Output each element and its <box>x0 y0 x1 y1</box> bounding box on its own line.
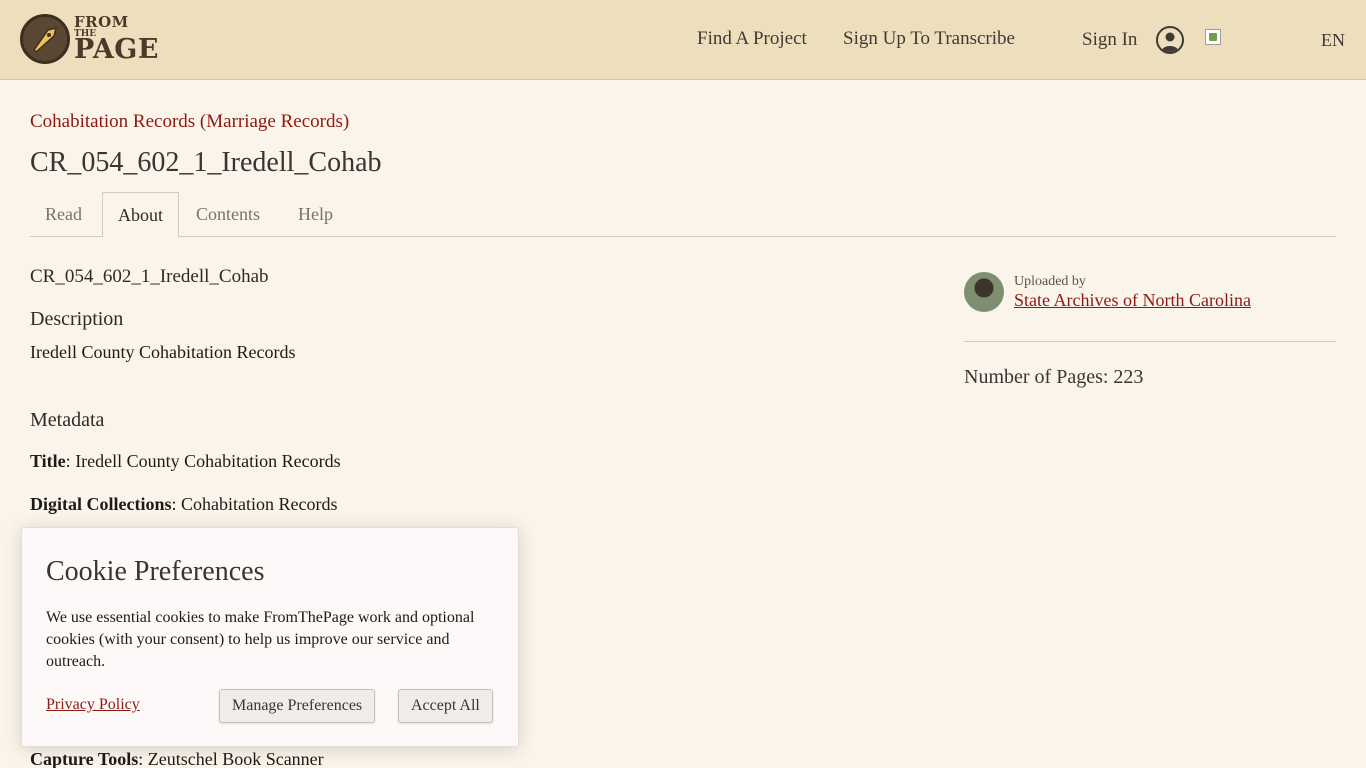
accept-all-button[interactable]: Accept All <box>398 689 493 723</box>
tab-read[interactable]: Read <box>30 192 97 237</box>
tab-about[interactable]: About <box>102 192 179 238</box>
tab-contents[interactable]: Contents <box>181 192 275 237</box>
nav-sign-up[interactable]: Sign Up To Transcribe <box>843 28 1015 50</box>
page-count: Number of Pages: 223 <box>964 366 1143 389</box>
broken-image-icon <box>1205 29 1221 45</box>
logo-page: PAGE <box>74 34 159 65</box>
page-count-value: 223 <box>1113 366 1144 388</box>
metadata-separator: : <box>171 494 182 514</box>
nav-sign-in[interactable]: Sign In <box>1082 29 1137 51</box>
uploader-link[interactable]: State Archives of North Carolina <box>1014 290 1251 311</box>
site-logo[interactable]: FROM THE PAGE <box>20 14 159 64</box>
cookie-title: Cookie Preferences <box>46 556 265 587</box>
description-heading: Description <box>30 308 124 330</box>
metadata-value: Cohabitation Records <box>181 494 338 514</box>
tab-help[interactable]: Help <box>283 192 348 237</box>
privacy-policy-link[interactable]: Privacy Policy <box>46 696 140 714</box>
metadata-value: Zeutschel Book Scanner <box>147 749 324 768</box>
user-icon[interactable] <box>1156 26 1184 54</box>
breadcrumb-project[interactable]: Cohabitation Records (Marriage Records) <box>30 111 349 133</box>
metadata-row-capture-tools: Capture Tools: Zeutschel Book Scanner <box>30 749 324 768</box>
logo-wordmark: FROM THE PAGE <box>74 13 159 65</box>
language-selector[interactable]: EN <box>1321 30 1345 51</box>
divider <box>964 341 1336 342</box>
metadata-row-title: Title: Iredell County Cohabitation Recor… <box>30 451 341 472</box>
cookie-banner: Cookie Preferences We use essential cook… <box>21 527 519 747</box>
uploaded-by-label: Uploaded by <box>1014 274 1086 289</box>
metadata-separator: : <box>138 749 148 768</box>
metadata-heading: Metadata <box>30 409 105 431</box>
document-name: CR_054_602_1_Iredell_Cohab <box>30 266 269 287</box>
page-title: CR_054_602_1_Iredell_Cohab <box>30 147 382 178</box>
metadata-separator: : <box>65 451 76 471</box>
page-count-label: Number of Pages: <box>964 366 1109 388</box>
manage-preferences-button[interactable]: Manage Preferences <box>219 689 376 723</box>
metadata-key: Title <box>30 451 66 471</box>
pen-nib-icon <box>20 14 70 64</box>
logo-from: FROM <box>74 13 129 31</box>
description-text: Iredell County Cohabitation Records <box>30 342 296 362</box>
metadata-value: Iredell County Cohabitation Records <box>75 451 341 471</box>
cookie-text: We use essential cookies to make FromThe… <box>46 609 475 670</box>
work-tabs: Read About Contents Help <box>30 192 1336 238</box>
avatar[interactable] <box>964 272 1004 312</box>
metadata-key: Digital Collections <box>30 494 172 514</box>
metadata-key: Capture Tools <box>30 749 139 768</box>
metadata-row-digital-collections: Digital Collections: Cohabitation Record… <box>30 494 338 515</box>
site-header: FROM THE PAGE Find A Project Sign Up To … <box>0 0 1366 80</box>
nav-find-project[interactable]: Find A Project <box>697 28 807 50</box>
